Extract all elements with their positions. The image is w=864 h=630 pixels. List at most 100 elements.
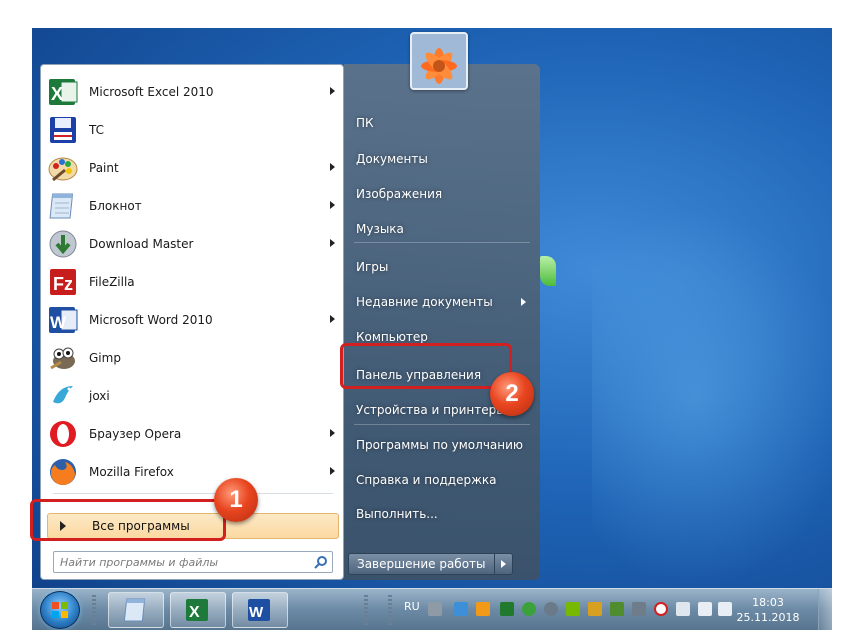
menu-item-music[interactable]: Музыка <box>348 216 532 242</box>
menu-item-label: Недавние документы <box>356 295 493 309</box>
program-label: Microsoft Excel 2010 <box>89 85 214 99</box>
program-item-filezilla[interactable]: Fz FileZilla <box>45 264 341 300</box>
highlight-all-programs <box>30 499 226 541</box>
program-item-download-master[interactable]: Download Master <box>45 226 341 262</box>
submenu-arrow-icon <box>330 87 335 95</box>
program-item-word[interactable]: W Microsoft Word 2010 <box>45 302 341 338</box>
menu-item-label: Изображения <box>356 187 443 201</box>
word-icon: W <box>47 304 79 336</box>
menu-item-label: Выполнить... <box>356 507 438 521</box>
program-item-tc[interactable]: TC <box>45 112 341 148</box>
excel-icon: X <box>186 599 208 621</box>
taskbar-excel-button[interactable]: X <box>170 592 226 628</box>
start-button[interactable] <box>40 591 80 629</box>
program-item-notepad[interactable]: Блокнот <box>45 188 341 224</box>
system-clock[interactable]: 18:03 25.11.2018 <box>736 595 800 625</box>
action-center-flag-icon[interactable] <box>676 602 690 616</box>
network-status-icon[interactable] <box>544 602 558 616</box>
start-menu-places-panel: ПК Документы Изображения Музыка Игры Нед… <box>344 64 540 580</box>
program-item-joxi[interactable]: joxi <box>45 378 341 414</box>
menu-item-label: Справка и поддержка <box>356 473 497 487</box>
program-label: TC <box>89 123 105 137</box>
separator <box>53 493 333 494</box>
desktop-glow <box>592 208 832 588</box>
menu-item-run[interactable]: Выполнить... <box>348 501 532 527</box>
taskbar-notepad-button[interactable] <box>108 592 164 628</box>
program-label: Microsoft Word 2010 <box>89 313 213 327</box>
language-indicator[interactable]: RU <box>404 600 420 613</box>
menu-item-pc[interactable]: ПК <box>348 110 532 136</box>
search-input[interactable] <box>60 553 310 571</box>
submenu-arrow-icon <box>521 298 526 306</box>
search-icon[interactable] <box>310 553 332 571</box>
separator <box>354 242 530 243</box>
program-item-firefox[interactable]: Mozilla Firefox <box>45 454 341 490</box>
taskbar-grip[interactable] <box>364 595 368 625</box>
menu-item-recent-documents[interactable]: Недавние документы <box>348 289 532 315</box>
paint-tray-icon[interactable] <box>588 602 602 616</box>
utorrent-icon[interactable] <box>522 602 536 616</box>
program-item-excel[interactable]: X Microsoft Excel 2010 <box>45 74 341 110</box>
shutdown-group: Завершение работы <box>348 553 513 575</box>
recycle-icon[interactable] <box>476 602 490 616</box>
taskbar-grip[interactable] <box>92 595 96 625</box>
taskbar-grip[interactable] <box>388 595 392 625</box>
svg-text:Fz: Fz <box>53 274 73 294</box>
joxi-icon <box>47 380 79 412</box>
clock-date: 25.11.2018 <box>736 611 800 624</box>
keyboard-icon[interactable] <box>428 602 442 616</box>
pen-icon[interactable] <box>454 602 468 616</box>
menu-item-label: Компьютер <box>356 330 428 344</box>
chevron-right-icon <box>500 560 506 568</box>
network-signal-icon[interactable] <box>698 602 712 616</box>
filezilla-icon: Fz <box>47 266 79 298</box>
paint-icon <box>47 152 79 184</box>
menu-item-games[interactable]: Игры <box>348 254 532 280</box>
menu-item-label: Программы по умолчанию <box>356 438 524 452</box>
svg-text:W: W <box>50 313 67 332</box>
highlight-control-panel <box>340 343 512 389</box>
menu-item-default-programs[interactable]: Программы по умолчанию <box>348 432 532 458</box>
show-desktop-button[interactable] <box>818 589 832 630</box>
program-label: Mozilla Firefox <box>89 465 174 479</box>
program-label: Блокнот <box>89 199 142 213</box>
volume-icon[interactable] <box>718 602 732 616</box>
menu-item-label: Игры <box>356 260 389 274</box>
record-icon[interactable] <box>654 602 668 616</box>
submenu-arrow-icon <box>330 315 335 323</box>
green-square-icon[interactable] <box>500 602 514 616</box>
svg-text:X: X <box>51 84 63 104</box>
download-master-icon <box>47 228 79 260</box>
program-label: Браузер Opera <box>89 427 182 441</box>
menu-item-label: Документы <box>356 152 428 166</box>
program-item-gimp[interactable]: Gimp <box>45 340 341 376</box>
program-label: joxi <box>89 389 110 403</box>
submenu-arrow-icon <box>330 467 335 475</box>
windows-logo-icon <box>52 602 68 618</box>
nvidia-icon[interactable] <box>566 602 580 616</box>
menu-item-documents[interactable]: Документы <box>348 146 532 172</box>
gimp-icon <box>47 342 79 374</box>
submenu-arrow-icon <box>330 201 335 209</box>
svg-text:W: W <box>249 604 264 621</box>
program-label: FileZilla <box>89 275 135 289</box>
excel-icon: X <box>47 76 79 108</box>
shutdown-button[interactable]: Завершение работы <box>348 553 495 575</box>
firefox-icon <box>47 456 79 488</box>
menu-item-help-support[interactable]: Справка и поддержка <box>348 467 532 493</box>
printer-icon[interactable] <box>632 602 646 616</box>
shutdown-label: Завершение работы <box>357 557 486 571</box>
menu-item-label: ПК <box>356 116 374 130</box>
menu-item-pictures[interactable]: Изображения <box>348 181 532 207</box>
shutdown-options-button[interactable] <box>494 553 513 575</box>
program-item-paint[interactable]: Paint <box>45 150 341 186</box>
taskbar-word-button[interactable]: W <box>232 592 288 628</box>
separator <box>354 424 530 425</box>
program-item-opera[interactable]: Браузер Opera <box>45 416 341 452</box>
step-badge-2: 2 <box>490 372 534 416</box>
battery-icon[interactable] <box>610 602 624 616</box>
user-account-picture[interactable] <box>410 32 468 90</box>
program-label: Download Master <box>89 237 194 251</box>
program-label: Paint <box>89 161 119 175</box>
opera-icon <box>47 418 79 450</box>
